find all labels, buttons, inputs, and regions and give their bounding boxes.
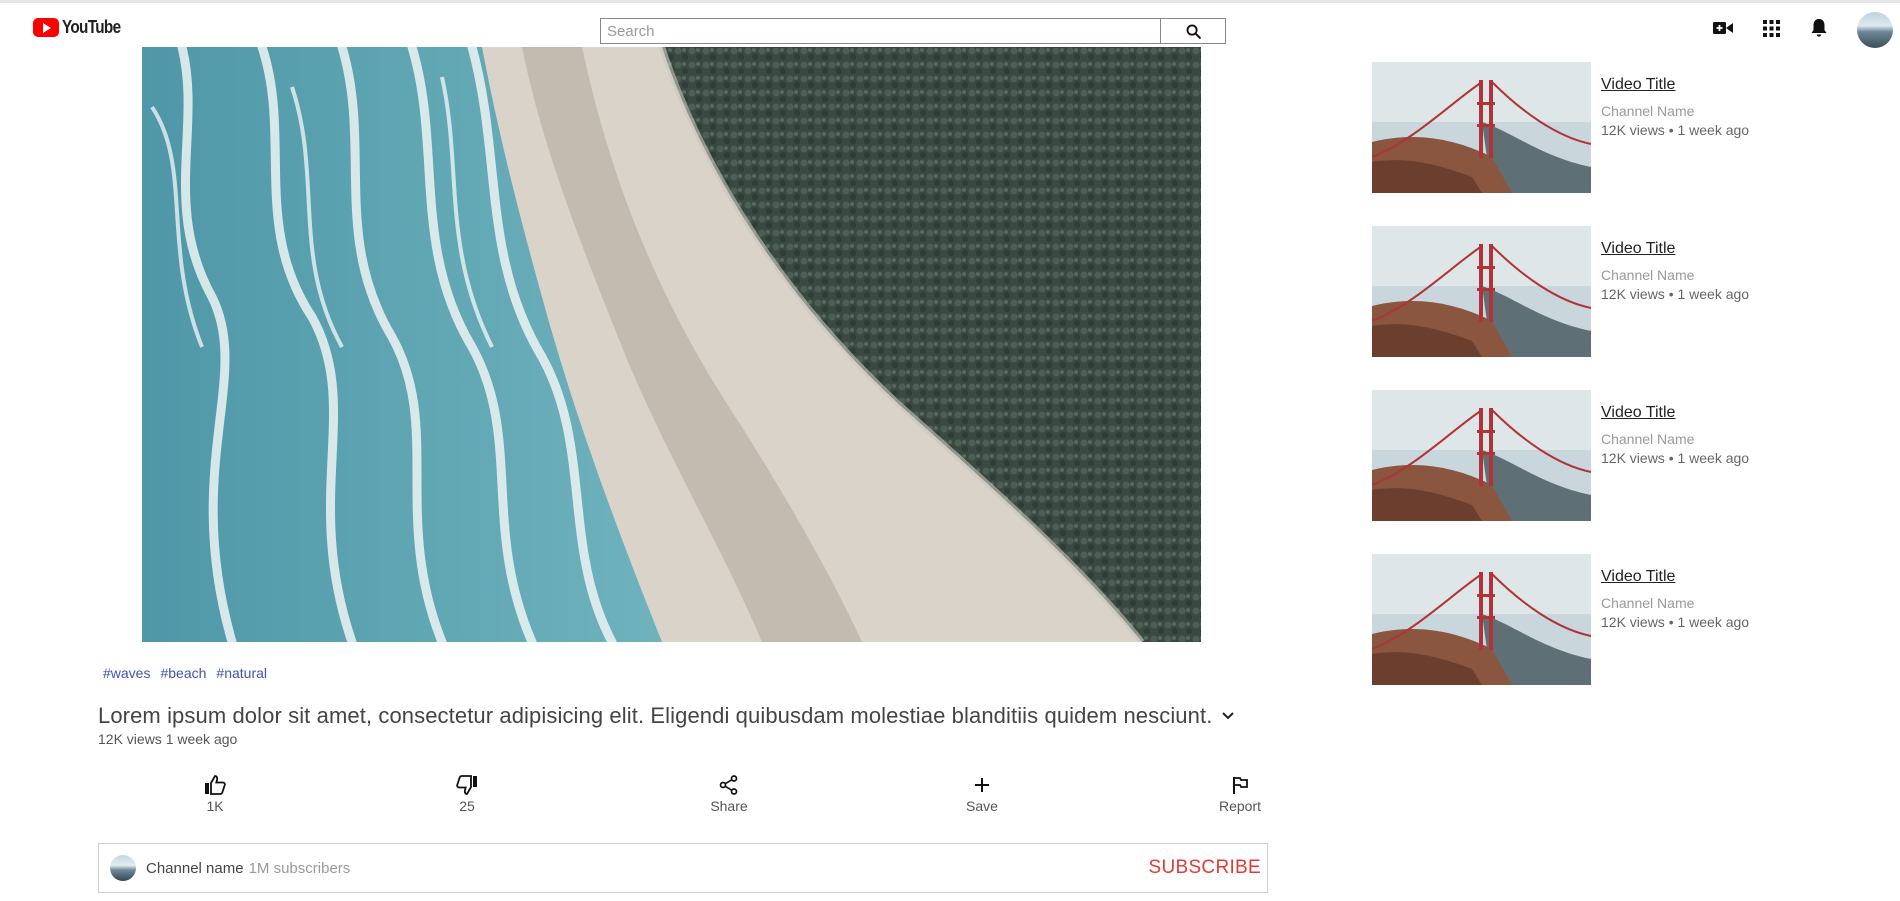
video-info: Video Title Channel Name 12K views • 1 w…: [1601, 404, 1749, 466]
channel-bar: Channel name 1M subscribers SUBSCRIBE: [98, 843, 1268, 893]
video-meta: 12K views • 1 week ago: [1601, 286, 1750, 302]
video-thumbnail[interactable]: [1372, 390, 1591, 521]
share-label: Share: [710, 798, 748, 814]
share-icon: [719, 775, 738, 795]
youtube-logo[interactable]: YouTube: [33, 17, 131, 38]
search-bar: [600, 18, 1226, 44]
recommended-video-card[interactable]: Video Title Channel Name 12K views • 1 w…: [1372, 62, 1872, 193]
chevron-down-icon[interactable]: [1222, 712, 1235, 720]
watch-page: YouTube Search #waves #beach #natural Lo…: [0, 0, 1900, 901]
video-info: Video Title Channel Name 12K views • 1 w…: [1601, 240, 1749, 302]
like-count: 1K: [206, 798, 224, 814]
video-player[interactable]: [142, 47, 1201, 642]
top-border: [0, 0, 1900, 3]
video-info: Video Title Channel Name 12K views • 1 w…: [1601, 568, 1749, 630]
youtube-play-icon: [33, 18, 59, 37]
video-title-link[interactable]: Video Title: [1601, 404, 1749, 422]
create-video-icon[interactable]: [1712, 17, 1734, 39]
search-icon: [1186, 24, 1201, 39]
search-input[interactable]: [601, 19, 1160, 43]
hashtag-link[interactable]: #beach: [160, 665, 206, 681]
video-thumbnail[interactable]: [1372, 554, 1591, 685]
subscriber-count: 1M subscribers: [248, 859, 351, 877]
video-title-link[interactable]: Video Title: [1601, 568, 1749, 586]
video-channel-name: Channel Name: [1601, 267, 1695, 283]
video-thumbnail[interactable]: [1372, 226, 1591, 357]
bell-icon[interactable]: [1808, 17, 1830, 39]
channel-name[interactable]: Channel name: [146, 860, 244, 877]
save-button[interactable]: Save: [942, 775, 1022, 814]
logo-text: YouTube: [62, 17, 121, 37]
plus-icon: [975, 778, 989, 792]
video-title-link[interactable]: Video Title: [1601, 240, 1749, 258]
subscribe-button[interactable]: SUBSCRIBE: [1148, 857, 1261, 879]
recommended-video-card[interactable]: Video Title Channel Name 12K views • 1 w…: [1372, 226, 1872, 357]
channel-avatar[interactable]: [110, 855, 136, 881]
share-button[interactable]: Share: [689, 775, 769, 814]
video-info: Video Title Channel Name 12K views • 1 w…: [1601, 76, 1749, 138]
video-meta: 12K views • 1 week ago: [1601, 122, 1750, 138]
report-label: Report: [1218, 798, 1262, 814]
apps-icon[interactable]: [1760, 17, 1782, 39]
dislike-button[interactable]: 25: [427, 775, 507, 814]
dislike-count: 25: [459, 798, 475, 814]
video-meta: 12K views • 1 week ago: [1601, 450, 1750, 466]
video-channel-name: Channel Name: [1601, 103, 1695, 119]
video-channel-name: Channel Name: [1601, 595, 1695, 611]
recommended-video-card[interactable]: Video Title Channel Name 12K views • 1 w…: [1372, 554, 1872, 685]
video-channel-name: Channel Name: [1601, 431, 1695, 447]
video-meta: 12K views • 1 week ago: [1601, 614, 1750, 630]
search-button[interactable]: [1160, 19, 1225, 43]
hashtag-list: #waves #beach #natural: [103, 665, 267, 681]
recommended-video-card[interactable]: Video Title Channel Name 12K views • 1 w…: [1372, 390, 1872, 521]
hashtag-link[interactable]: #waves: [103, 665, 150, 681]
hashtag-link[interactable]: #natural: [216, 665, 267, 681]
video-thumbnail[interactable]: [1372, 62, 1591, 193]
video-meta: 12K views 1 week ago: [98, 731, 238, 747]
thumbs-down-icon: [456, 775, 477, 795]
video-frame: [142, 47, 1201, 642]
video-title: Lorem ipsum dolor sit amet, consectetur …: [98, 703, 1213, 728]
avatar[interactable]: [1857, 12, 1893, 48]
flag-icon: [1233, 777, 1248, 794]
video-title-row: Lorem ipsum dolor sit amet, consectetur …: [98, 703, 1235, 729]
like-button[interactable]: 1K: [175, 775, 255, 814]
video-title-link[interactable]: Video Title: [1601, 76, 1749, 94]
thumbs-up-icon: [205, 775, 226, 795]
action-bar: 1K 25 Share Save Report: [0, 775, 1300, 819]
save-label: Save: [966, 798, 998, 814]
report-button[interactable]: Report: [1200, 775, 1280, 814]
